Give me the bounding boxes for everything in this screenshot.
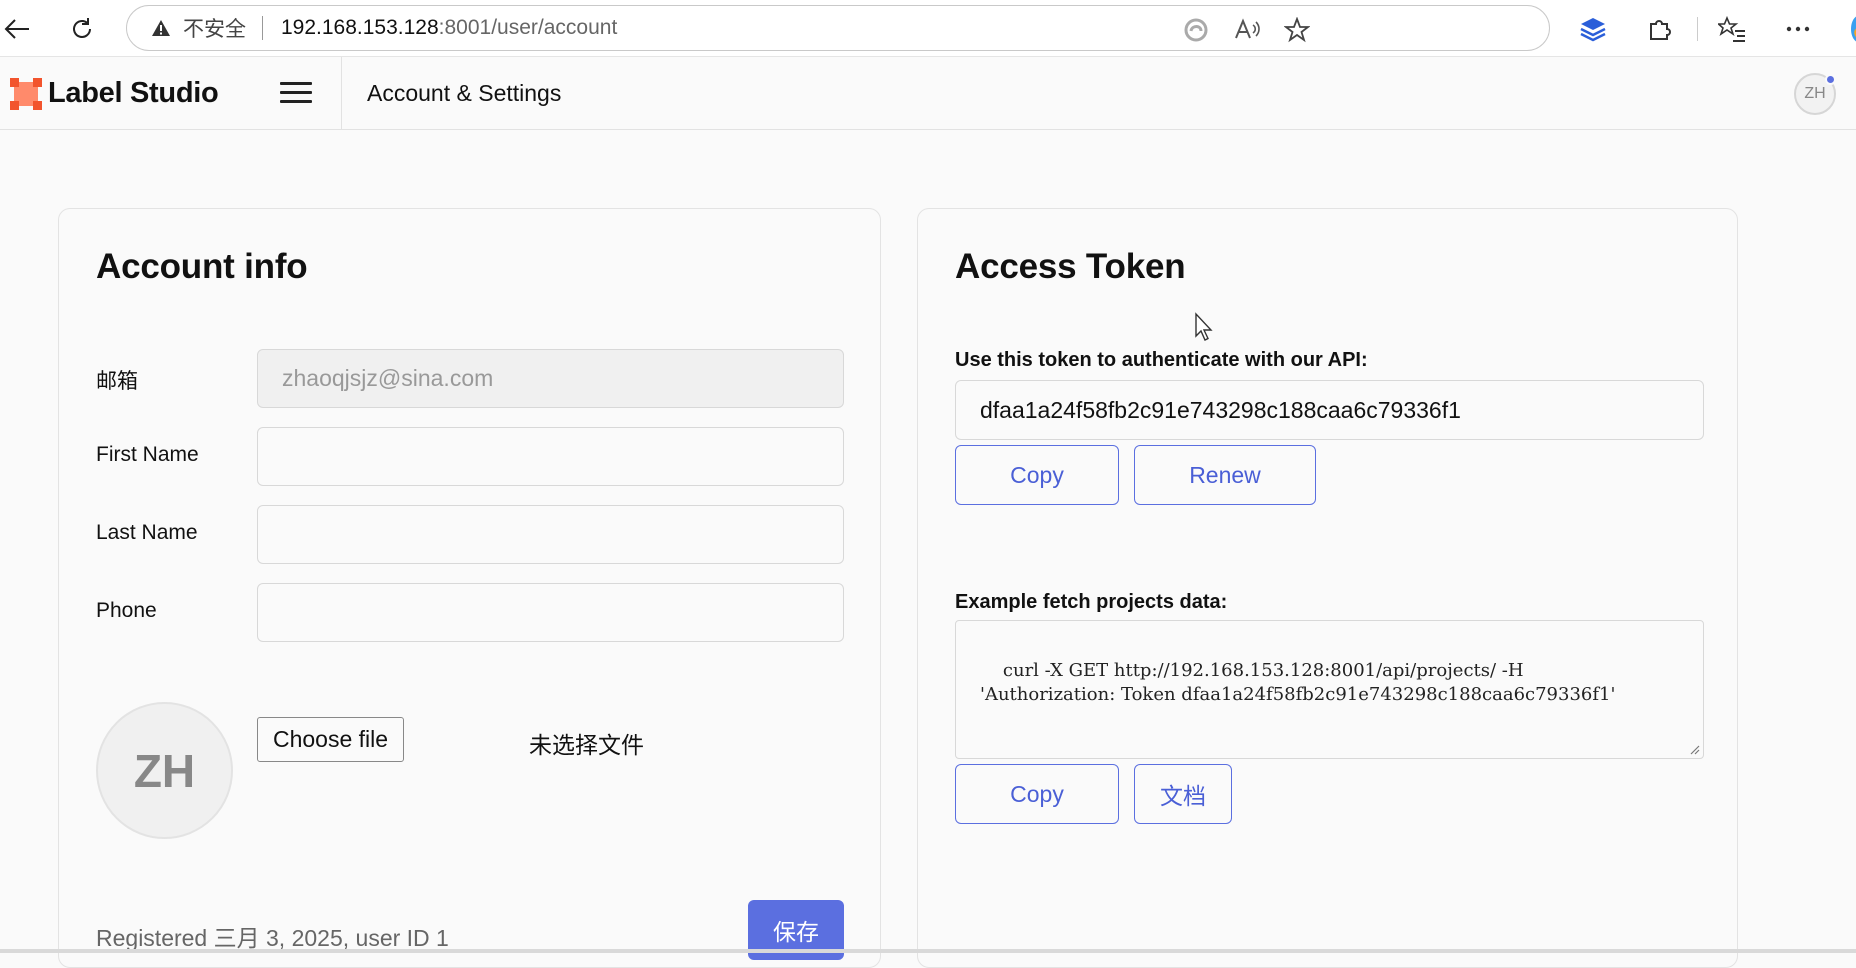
user-avatar[interactable]: ZH xyxy=(1794,73,1836,115)
url-host: 192.168.153.128 xyxy=(281,16,439,39)
example-code-text: curl -X GET http://192.168.153.128:8001/… xyxy=(980,660,1615,705)
no-file-chosen-text: 未选择文件 xyxy=(529,726,644,760)
last-name-field[interactable] xyxy=(257,505,844,564)
back-icon[interactable] xyxy=(0,12,34,46)
resize-handle-icon[interactable] xyxy=(1688,743,1700,755)
page-title: Account & Settings xyxy=(367,80,561,107)
docs-button[interactable]: 文档 xyxy=(1134,764,1232,824)
profile-avatar: ZH xyxy=(96,702,233,839)
phone-field[interactable] xyxy=(257,583,844,642)
favorites-list-icon[interactable] xyxy=(1714,11,1750,47)
mouse-cursor-icon xyxy=(1194,312,1216,342)
profile-avatar-initials: ZH xyxy=(134,744,195,798)
address-bar[interactable]: 不安全 192.168.153.128:8001/user/account xyxy=(126,5,1550,51)
user-avatar-initials: ZH xyxy=(1804,85,1825,103)
copilot-icon[interactable] xyxy=(1838,11,1856,47)
phone-label: Phone xyxy=(96,599,157,623)
first-name-field[interactable] xyxy=(257,427,844,486)
horizontal-scrollbar[interactable] xyxy=(0,949,1856,953)
layers-extension-icon[interactable] xyxy=(1575,11,1611,47)
logo-text: Label Studio xyxy=(48,77,218,110)
hamburger-menu-icon[interactable] xyxy=(280,79,312,107)
token-usage-label: Use this token to authenticate with our … xyxy=(955,349,1368,372)
access-token-field[interactable]: dfaa1a24f58fb2c91e743298c188caa6c79336f1 xyxy=(955,380,1704,440)
url-text[interactable]: 192.168.153.128:8001/user/account xyxy=(281,16,617,40)
header-divider xyxy=(341,57,342,130)
url-path: :8001/user/account xyxy=(439,16,618,39)
email-label: 邮箱 xyxy=(96,365,138,395)
account-info-title: Account info xyxy=(96,247,307,287)
more-menu-icon[interactable] xyxy=(1780,11,1816,47)
access-token-panel: Access Token Use this token to authentic… xyxy=(917,208,1738,968)
access-token-title: Access Token xyxy=(955,247,1185,287)
insecure-label: 不安全 xyxy=(183,13,246,43)
copy-token-button[interactable]: Copy xyxy=(955,445,1119,505)
email-field[interactable]: zhaoqjsjz@sina.com xyxy=(257,349,844,408)
address-separator xyxy=(262,16,263,40)
example-code-textarea[interactable]: curl -X GET http://192.168.153.128:8001/… xyxy=(955,620,1704,759)
extensions-puzzle-icon[interactable] xyxy=(1641,11,1677,47)
favorite-star-icon[interactable] xyxy=(1282,15,1312,45)
label-studio-logo[interactable]: Label Studio xyxy=(10,77,218,110)
browser-toolbar: 不安全 192.168.153.128:8001/user/account xyxy=(0,0,1856,57)
example-label: Example fetch projects data: xyxy=(955,591,1227,614)
edge-app-icon[interactable] xyxy=(1181,15,1211,45)
app-header: Label Studio Account & Settings ZH xyxy=(0,57,1856,130)
choose-file-button[interactable]: Choose file xyxy=(257,717,404,762)
warning-icon[interactable] xyxy=(151,19,171,37)
notification-dot xyxy=(1825,74,1836,85)
last-name-label: Last Name xyxy=(96,521,198,545)
label-studio-logo-icon xyxy=(10,78,42,110)
refresh-icon[interactable] xyxy=(65,12,99,46)
renew-token-button[interactable]: Renew xyxy=(1134,445,1316,505)
copy-example-button[interactable]: Copy xyxy=(955,764,1119,824)
account-info-panel: Account info 邮箱 zhaoqjsjz@sina.com First… xyxy=(58,208,881,968)
read-aloud-icon[interactable] xyxy=(1233,15,1263,45)
first-name-label: First Name xyxy=(96,443,199,467)
toolbar-divider xyxy=(1697,17,1698,41)
registered-info: Registered 三月 3, 2025, user ID 1 xyxy=(96,919,449,953)
